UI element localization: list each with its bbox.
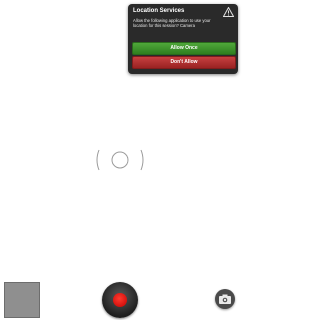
dont-allow-button[interactable]: Don't Allow: [132, 56, 236, 69]
shutter-button[interactable]: [102, 282, 138, 318]
camera-switch-icon: [219, 294, 231, 304]
gallery-thumbnail[interactable]: [4, 282, 40, 318]
dialog-title: Location Services: [133, 8, 185, 14]
warning-icon: [223, 7, 234, 17]
focus-reticle-icon: [96, 149, 144, 171]
camera-screen: Location Services Allow the following ap…: [0, 0, 240, 320]
location-services-dialog: Location Services Allow the following ap…: [128, 4, 238, 74]
switch-camera-button[interactable]: [215, 289, 235, 309]
record-icon: [113, 293, 127, 307]
dialog-message: Allow the following application to use y…: [133, 18, 211, 28]
allow-once-button[interactable]: Allow Once: [132, 42, 236, 55]
